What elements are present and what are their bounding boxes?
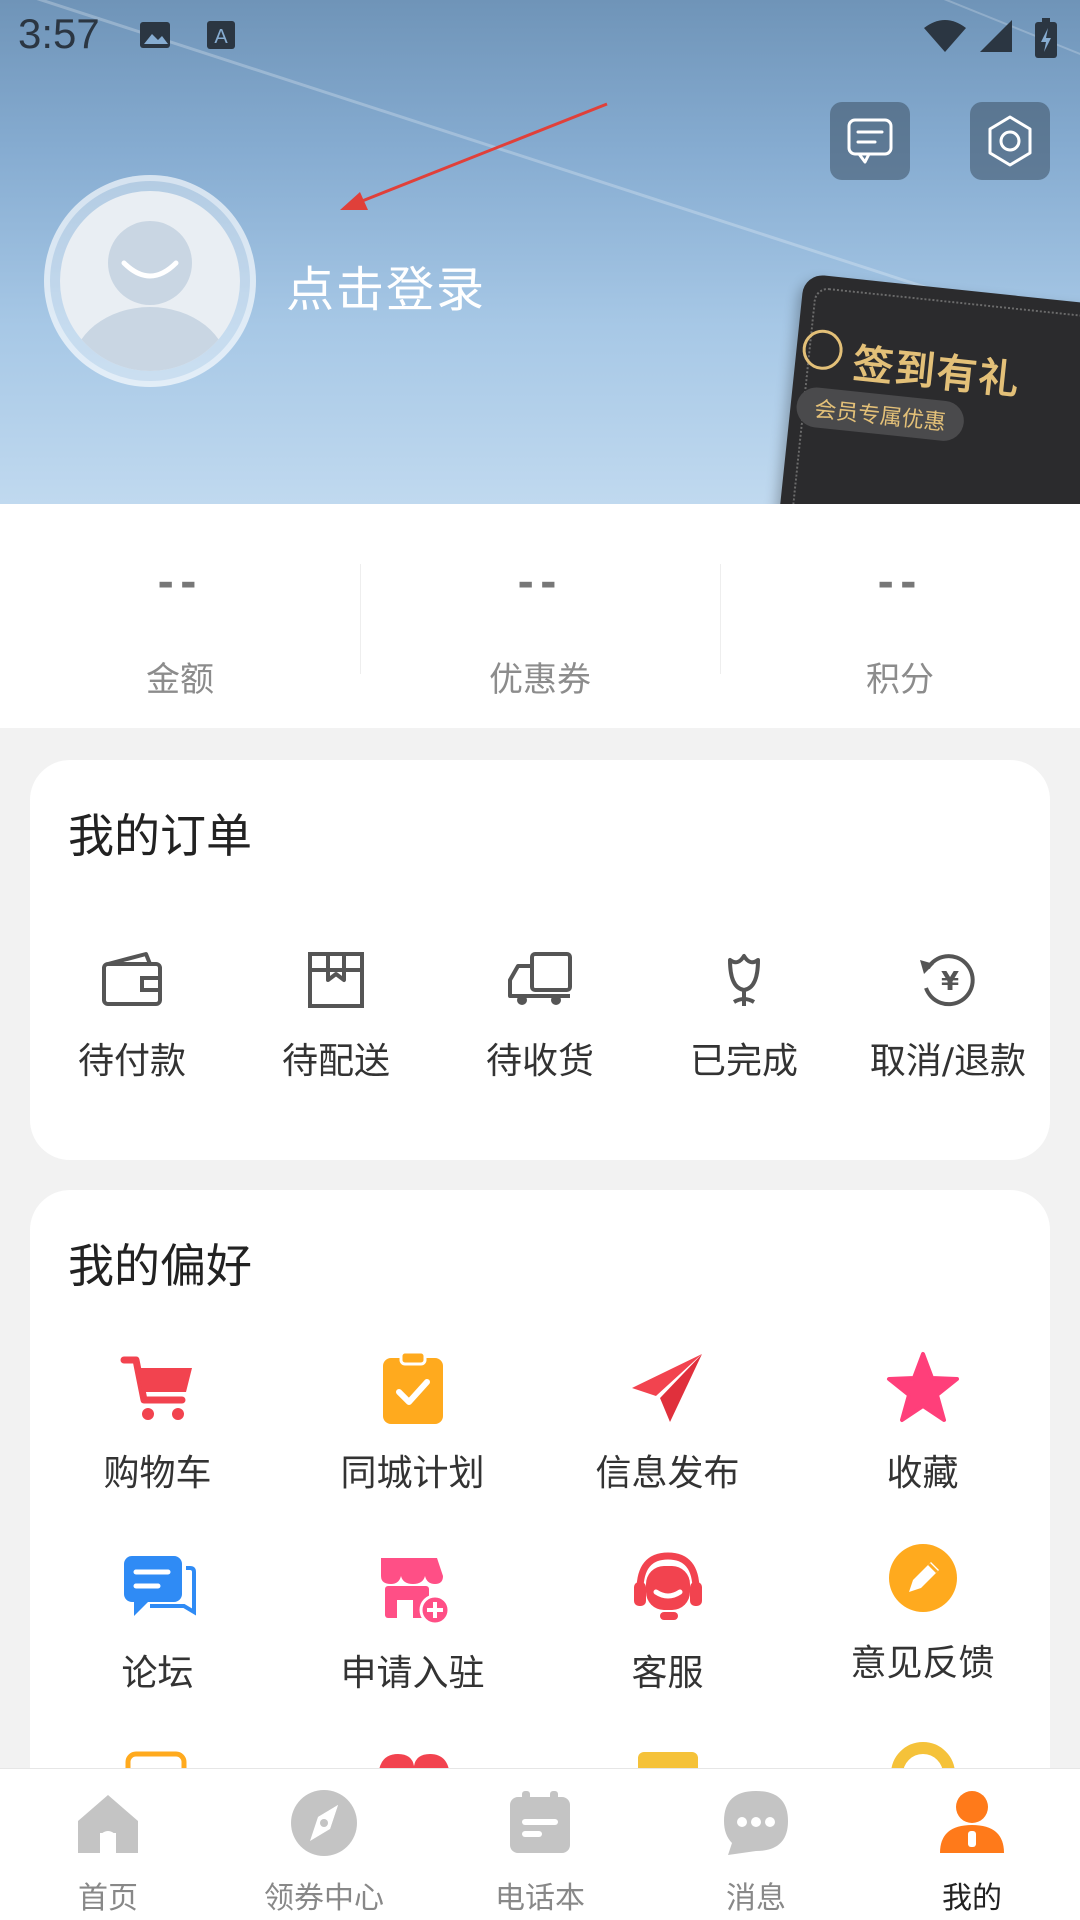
order-completed-label: 已完成 — [689, 1041, 798, 1082]
stat-balance-label: 金额 — [146, 660, 214, 700]
pref-cart-label: 购物车 — [103, 1453, 212, 1494]
order-completed[interactable]: 已完成 — [642, 950, 846, 1084]
chat-icon — [123, 1556, 196, 1616]
checkin-reward-card[interactable]: 签到有礼 会员专属优惠 — [777, 273, 1080, 504]
profile-header: 3:57 A 点击登录 签到有礼 会员专属优惠 — [0, 0, 1080, 504]
nav-phonebook-label: 电话本 — [495, 1881, 585, 1916]
pref-cart[interactable]: 购物车 — [30, 1350, 285, 1496]
order-pending-receipt-label: 待收货 — [485, 1041, 594, 1082]
phonebook-icon — [510, 1791, 570, 1853]
nav-messages-label: 消息 — [726, 1881, 786, 1916]
pref-favorites-label: 收藏 — [886, 1453, 959, 1494]
pref-customer-service[interactable]: 客服 — [540, 1550, 795, 1696]
box-icon — [308, 952, 364, 1008]
pref-publish-info[interactable]: 信息发布 — [540, 1350, 795, 1496]
pref-city-plan[interactable]: 同城计划 — [285, 1350, 540, 1496]
message-bubble-icon — [724, 1791, 788, 1855]
pref-feedback-label: 意见反馈 — [850, 1643, 995, 1684]
stat-balance[interactable]: -- 金额 — [0, 504, 360, 728]
order-pending-delivery[interactable]: 待配送 — [234, 950, 438, 1084]
order-pending-payment-label: 待付款 — [77, 1041, 186, 1082]
stat-points-label: 积分 — [866, 660, 934, 700]
nav-home[interactable]: 首页 — [0, 1769, 216, 1920]
truck-icon — [508, 952, 572, 1005]
stat-coupons-value: -- — [517, 560, 563, 606]
my-orders-card: 我的订单 待付款 待配送 待收货 已完成 ¥ 取消/退款 — [30, 760, 1050, 1160]
pref-forum[interactable]: 论坛 — [30, 1550, 285, 1696]
order-pending-receipt[interactable]: 待收货 — [438, 950, 642, 1084]
home-icon — [78, 1795, 138, 1853]
paper-plane-icon — [631, 1354, 702, 1422]
pref-city-plan-label: 同城计划 — [340, 1453, 485, 1494]
bottom-nav: 首页 领券中心 电话本 消息 我的 — [0, 1768, 1080, 1920]
orders-title: 我的订单 — [68, 809, 252, 863]
order-pending-payment[interactable]: 待付款 — [30, 950, 234, 1084]
store-icon — [380, 1558, 450, 1626]
nav-home-label: 首页 — [78, 1881, 138, 1916]
account-stats: -- 金额 -- 优惠券 -- 积分 — [0, 504, 1080, 728]
svg-text:¥: ¥ — [941, 967, 959, 997]
cart-icon — [120, 1356, 192, 1420]
pref-forum-label: 论坛 — [121, 1653, 194, 1694]
stat-balance-value: -- — [157, 560, 203, 606]
pref-apply-settle-label: 申请入驻 — [340, 1653, 485, 1694]
headset-icon — [633, 1552, 702, 1620]
order-pending-delivery-label: 待配送 — [281, 1041, 390, 1082]
pref-customer-service-label: 客服 — [631, 1653, 704, 1694]
pencil-icon — [888, 1544, 957, 1612]
pref-favorites[interactable]: 收藏 — [795, 1350, 1050, 1496]
order-refund[interactable]: ¥ 取消/退款 — [846, 950, 1050, 1084]
refund-icon: ¥ — [920, 954, 975, 1007]
nav-profile-label: 我的 — [942, 1881, 1002, 1916]
nav-phonebook[interactable]: 电话本 — [432, 1769, 648, 1920]
pref-apply-settle[interactable]: 申请入驻 — [285, 1550, 540, 1696]
nav-messages[interactable]: 消息 — [648, 1769, 864, 1920]
stat-coupons-label: 优惠券 — [489, 660, 591, 700]
pref-publish-info-label: 信息发布 — [595, 1453, 740, 1494]
profile-icon — [940, 1791, 1004, 1853]
wallet-icon — [102, 952, 162, 1006]
stat-points-value: -- — [877, 560, 923, 606]
nav-coupon-center-label: 领券中心 — [264, 1881, 384, 1916]
stat-points[interactable]: -- 积分 — [720, 504, 1080, 728]
flower-icon — [728, 954, 760, 1006]
preferences-title: 我的偏好 — [68, 1239, 252, 1293]
clipboard-icon — [382, 1350, 443, 1424]
pref-feedback[interactable]: 意见反馈 — [795, 1540, 1050, 1686]
nav-profile[interactable]: 我的 — [864, 1769, 1080, 1920]
compass-icon — [291, 1790, 357, 1856]
order-refund-label: 取消/退款 — [869, 1041, 1027, 1082]
stat-coupons[interactable]: -- 优惠券 — [360, 504, 720, 728]
nav-coupon-center[interactable]: 领券中心 — [216, 1769, 432, 1920]
star-icon — [886, 1352, 959, 1422]
